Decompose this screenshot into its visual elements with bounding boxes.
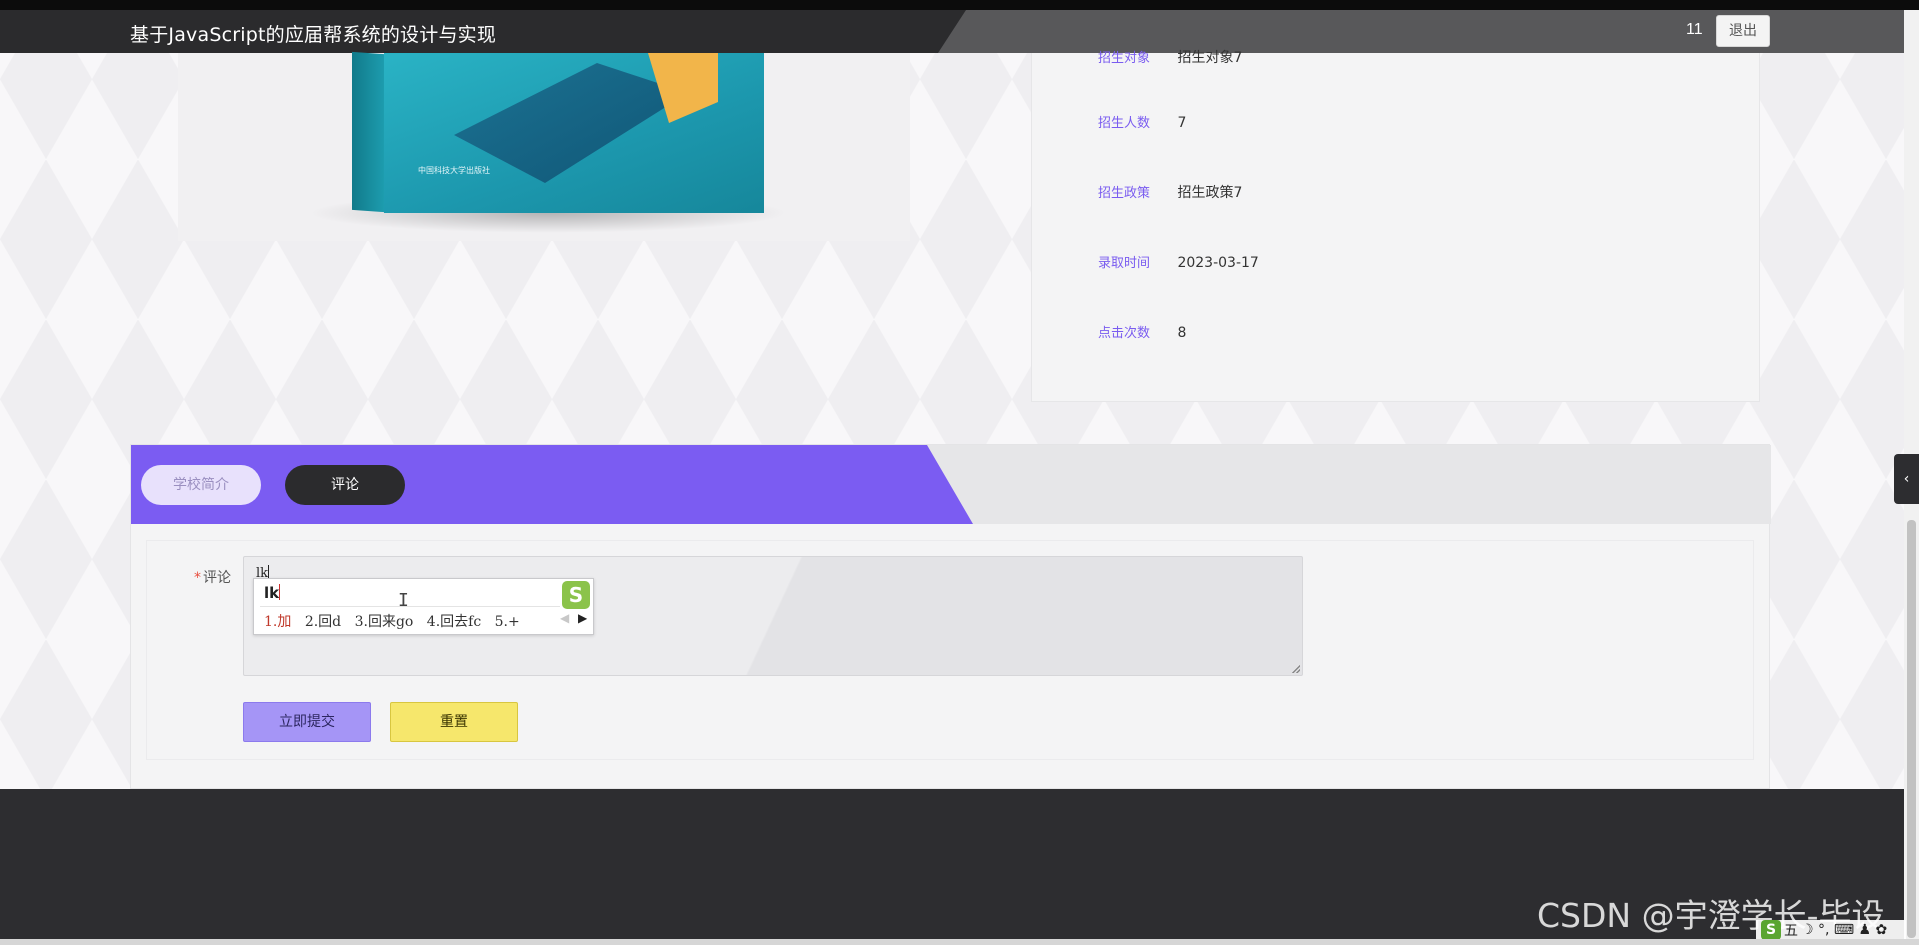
side-panel-toggle-icon[interactable]: ‹ <box>1894 454 1919 504</box>
ime-composition: lk <box>264 584 281 602</box>
comment-field-label: * 评论 <box>194 567 231 587</box>
ime-candidate[interactable]: 2.回d <box>305 614 341 630</box>
detail-value: 7 <box>1177 115 1187 131</box>
product-image-panel: 中国科技大学出版社 <box>178 51 910 241</box>
sogou-logo-icon: S <box>562 581 590 609</box>
detail-label: 录取时间 <box>1098 256 1151 271</box>
ime-caret <box>279 584 281 600</box>
ime-candidate-list: 1.加 2.回d 3.回来go 4.回去fc 5.+ <box>264 611 529 631</box>
site-header: 基于JavaScript的应届帮系统的设计与实现 11 退出 <box>0 10 1904 53</box>
detail-panel: 招生对象 招生对象7 招生人数 7 招生政策 招生政策7 录取时间 2023-0… <box>1031 50 1760 402</box>
detail-label: 招生政策 <box>1098 186 1151 201</box>
tab-school-intro[interactable]: 学校简介 <box>141 465 261 505</box>
user-name[interactable]: 11 <box>1686 21 1703 39</box>
ime-prev-page-icon[interactable]: ◀ <box>560 611 569 625</box>
tab-comment[interactable]: 评论 <box>285 465 405 505</box>
site-title: 基于JavaScript的应届帮系统的设计与实现 <box>130 24 497 46</box>
ime-candidate[interactable]: 1.加 <box>264 614 291 630</box>
detail-row-policy: 招生政策 招生政策7 <box>1098 182 1242 202</box>
detail-row-count: 招生人数 7 <box>1098 112 1186 132</box>
resize-handle[interactable] <box>1292 665 1300 673</box>
ime-candidate[interactable]: 4.回去fc <box>427 614 481 630</box>
detail-row-target: 招生对象 招生对象7 <box>1098 47 1242 67</box>
detail-value: 招生政策7 <box>1177 185 1243 201</box>
mouse-text-cursor-icon: I <box>398 590 409 611</box>
detail-label: 点击次数 <box>1098 326 1151 341</box>
ime-candidate-popup: lk 1.加 2.回d 3.回来go 4.回去fc 5.+ S ◀ ▶ <box>253 578 594 635</box>
sogou-tray-icon[interactable]: S <box>1761 920 1781 940</box>
detail-row-admission-date: 录取时间 2023-03-17 <box>1098 252 1259 272</box>
ime-candidate[interactable]: 5.+ <box>495 614 520 630</box>
detail-value: 招生对象7 <box>1177 50 1243 66</box>
detail-value: 8 <box>1177 325 1187 341</box>
logout-button[interactable]: 退出 <box>1716 15 1770 47</box>
detail-label: 招生对象 <box>1098 51 1151 66</box>
book-publisher-text: 中国科技大学出版社 <box>418 166 490 175</box>
ime-composition-text: lk <box>264 584 280 602</box>
ime-next-page-icon[interactable]: ▶ <box>578 611 587 625</box>
ime-divider <box>260 606 560 607</box>
required-mark: * <box>194 570 201 586</box>
ime-tray-icons[interactable]: ☽ °, ⌨ ♟ ✿ <box>1801 922 1887 938</box>
text-caret <box>268 565 270 579</box>
top-edge <box>0 0 1919 10</box>
detail-label: 招生人数 <box>1098 116 1151 131</box>
ime-mode-label[interactable]: 五 <box>1784 923 1798 939</box>
scrollbar-thumb[interactable] <box>1907 520 1916 938</box>
detail-value: 2023-03-17 <box>1177 255 1259 271</box>
bottom-edge <box>0 939 1919 945</box>
comment-label-text: 评论 <box>203 570 231 586</box>
reset-button[interactable]: 重置 <box>390 702 518 742</box>
ime-candidate[interactable]: 3.回来go <box>355 614 414 630</box>
detail-row-clicks: 点击次数 8 <box>1098 322 1186 342</box>
book-spine <box>352 51 384 213</box>
tabs-bar: 学校简介 评论 <box>131 445 1771 524</box>
submit-button[interactable]: 立即提交 <box>243 702 371 742</box>
comment-form: * 评论 lk 立即提交 重置 <box>146 540 1754 760</box>
